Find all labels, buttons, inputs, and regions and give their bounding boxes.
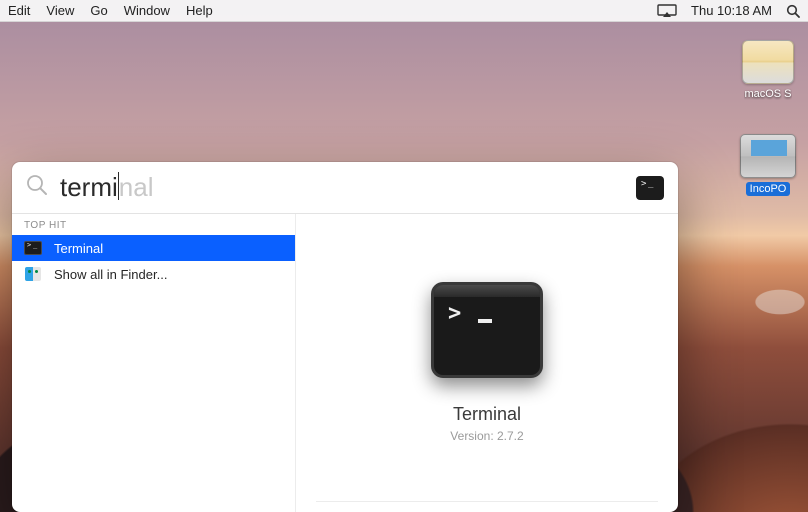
finder-icon bbox=[24, 266, 42, 282]
spotlight-result-label: Show all in Finder... bbox=[54, 267, 167, 282]
desktop-disk-incopo[interactable]: IncoPO bbox=[740, 134, 796, 196]
terminal-icon bbox=[24, 240, 42, 256]
menubar: Edit View Go Window Help Thu 10:18 AM bbox=[0, 0, 808, 22]
spotlight-menu-icon[interactable] bbox=[786, 4, 800, 18]
spotlight-result-label: Terminal bbox=[54, 241, 103, 256]
menubar-left: Edit View Go Window Help bbox=[8, 3, 213, 18]
spotlight-body: TOP HIT Terminal Show all in Finder... >… bbox=[12, 214, 678, 512]
desktop-disk-label: macOS S bbox=[744, 88, 791, 100]
menu-go[interactable]: Go bbox=[90, 3, 107, 18]
airplay-icon[interactable] bbox=[657, 4, 677, 18]
spotlight-result-show-all[interactable]: Show all in Finder... bbox=[12, 261, 295, 287]
menu-window[interactable]: Window bbox=[124, 3, 170, 18]
menubar-clock[interactable]: Thu 10:18 AM bbox=[691, 3, 772, 18]
spotlight-preview-pane: > Terminal Version: 2.7.2 bbox=[296, 214, 678, 512]
preview-app-version: Version: 2.7.2 bbox=[450, 429, 523, 443]
spotlight-result-terminal[interactable]: Terminal bbox=[12, 235, 295, 261]
spotlight-panel: terminal TOP HIT Terminal Show all in Fi… bbox=[12, 162, 678, 512]
spotlight-search-row: terminal bbox=[12, 162, 678, 214]
preview-divider bbox=[316, 501, 658, 502]
desktop-disk-macos[interactable]: macOS S bbox=[742, 40, 794, 100]
disk-icon bbox=[742, 40, 794, 84]
search-icon bbox=[26, 174, 48, 201]
spotlight-tophit-thumb-icon bbox=[636, 176, 664, 200]
preview-app-name: Terminal bbox=[453, 404, 521, 425]
spotlight-section-header: TOP HIT bbox=[12, 214, 295, 235]
disk-icon bbox=[740, 134, 796, 178]
terminal-app-icon: > bbox=[431, 282, 543, 378]
desktop-icons: macOS S IncoPO bbox=[734, 40, 802, 196]
menu-view[interactable]: View bbox=[46, 3, 74, 18]
spotlight-results-list: TOP HIT Terminal Show all in Finder... bbox=[12, 214, 296, 512]
menubar-right: Thu 10:18 AM bbox=[657, 3, 800, 18]
desktop-disk-label: IncoPO bbox=[746, 182, 791, 196]
menu-edit[interactable]: Edit bbox=[8, 3, 30, 18]
menu-help[interactable]: Help bbox=[186, 3, 213, 18]
